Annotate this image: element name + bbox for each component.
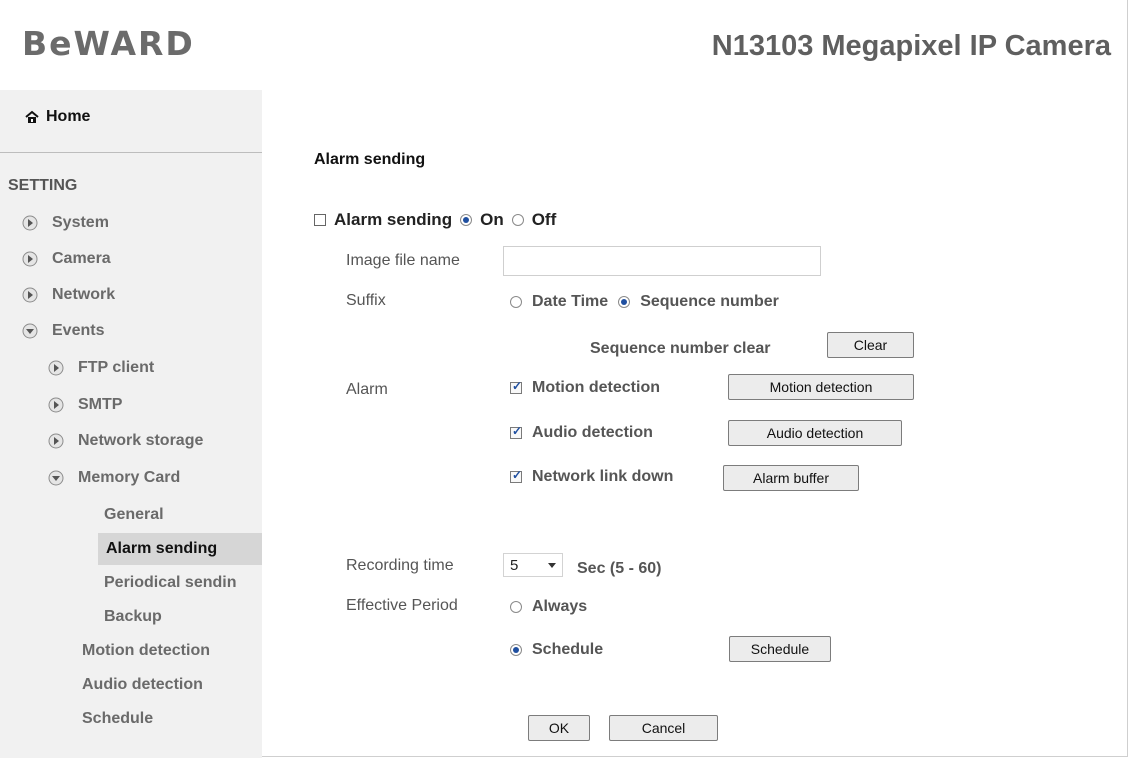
sidebar-item-label: Network storage: [78, 432, 204, 449]
suffix-label: Suffix: [346, 292, 386, 309]
play-down-icon: [48, 470, 64, 486]
network-link-down-checkbox[interactable]: [510, 468, 522, 483]
always-radio[interactable]: [510, 601, 522, 613]
beward-logo: BeWARD: [22, 24, 195, 63]
home-icon: [25, 110, 39, 123]
schedule-option-row: Schedule: [510, 641, 603, 659]
alarm-sending-label: Alarm sending: [334, 210, 453, 229]
sidebar-item-label: Network: [52, 286, 116, 303]
always-option-row: Always: [510, 598, 587, 616]
setting-heading: SETTING: [8, 177, 78, 194]
ok-button[interactable]: OK: [528, 715, 590, 741]
clear-button[interactable]: Clear: [827, 332, 914, 358]
suffix-options: Date Time Sequence number: [510, 293, 779, 311]
alarm-label: Alarm: [346, 381, 388, 398]
off-radio[interactable]: [511, 214, 524, 226]
sidebar-item-label: Events: [52, 322, 105, 339]
on-label: On: [480, 210, 504, 229]
sidebar-divider: [0, 152, 262, 153]
sidebar-item-memory-card[interactable]: Memory Card: [48, 469, 180, 487]
sidebar-item-label: System: [52, 214, 109, 231]
square-bullet-icon: [314, 214, 326, 226]
motion-detection-check-row: Motion detection: [510, 379, 660, 397]
sidebar-item-smtp[interactable]: SMTP: [48, 396, 122, 414]
sidebar-item-backup[interactable]: Backup: [104, 608, 162, 626]
always-label: Always: [532, 598, 588, 615]
sidebar-item-schedule[interactable]: Schedule: [82, 710, 153, 728]
recording-time-label: Recording time: [346, 557, 454, 574]
sidebar-item-alarm-sending[interactable]: Alarm sending: [98, 533, 262, 565]
play-down-icon: [22, 323, 38, 339]
on-radio[interactable]: [460, 214, 473, 226]
sidebar-item-events[interactable]: Events: [22, 322, 104, 340]
sequence-number-clear-label: Sequence number clear: [590, 340, 771, 357]
sidebar-item-label: Memory Card: [78, 469, 181, 486]
alarm-sending-toggle-row: Alarm sending On Off: [314, 210, 556, 230]
schedule-label: Schedule: [532, 641, 604, 658]
play-right-icon: [48, 397, 64, 413]
schedule-radio[interactable]: [510, 644, 522, 656]
product-title: N13103 Megapixel IP Camera: [711, 30, 1111, 62]
off-label: Off: [531, 210, 557, 229]
audio-detection-checkbox[interactable]: [510, 424, 522, 439]
audio-detection-button[interactable]: Audio detection: [728, 420, 902, 446]
motion-detection-checkbox[interactable]: [510, 379, 522, 394]
sidebar-item-camera[interactable]: Camera: [22, 250, 111, 268]
audio-detection-check-row: Audio detection: [510, 424, 653, 442]
sidebar-item-network[interactable]: Network: [22, 286, 115, 304]
date-time-label: Date Time: [532, 293, 609, 310]
home-link[interactable]: Home: [24, 108, 90, 126]
sidebar-item-label: Camera: [52, 250, 111, 267]
sidebar-item-label: SMTP: [78, 396, 123, 413]
recording-time-value: 5: [510, 556, 519, 574]
sequence-number-radio[interactable]: [618, 296, 631, 308]
sequence-number-label: Sequence number: [640, 293, 779, 310]
date-time-radio[interactable]: [510, 296, 522, 308]
sidebar-item-ftp-client[interactable]: FTP client: [48, 359, 154, 377]
play-right-icon: [22, 215, 38, 231]
play-right-icon: [22, 251, 38, 267]
alarm-buffer-button[interactable]: Alarm buffer: [723, 465, 859, 491]
image-file-name-label: Image file name: [346, 252, 460, 269]
schedule-button[interactable]: Schedule: [729, 636, 831, 662]
play-right-icon: [48, 433, 64, 449]
motion-detection-check-label: Motion detection: [532, 379, 660, 396]
sidebar-item-motion-detection[interactable]: Motion detection: [82, 642, 210, 660]
recording-time-select[interactable]: 5: [503, 553, 563, 577]
sidebar-item-network-storage[interactable]: Network storage: [48, 432, 203, 450]
motion-detection-button[interactable]: Motion detection: [728, 374, 914, 400]
sidebar-item-system[interactable]: System: [22, 214, 109, 232]
sidebar-item-label: FTP client: [78, 359, 155, 376]
audio-detection-check-label: Audio detection: [532, 424, 653, 441]
recording-range-label: Sec (5 - 60): [577, 560, 662, 577]
network-link-down-label: Network link down: [532, 468, 674, 485]
home-label: Home: [46, 108, 91, 125]
chevron-down-icon: [548, 562, 556, 568]
header: BeWARD N13103 Megapixel IP Camera: [0, 0, 1129, 90]
play-right-icon: [22, 287, 38, 303]
cancel-button[interactable]: Cancel: [609, 715, 718, 741]
sidebar-item-audio-detection[interactable]: Audio detection: [82, 676, 203, 694]
main-content: [262, 90, 1128, 758]
image-file-name-input[interactable]: [503, 246, 821, 276]
section-title: Alarm sending: [314, 151, 426, 168]
sidebar-item-general[interactable]: General: [104, 506, 164, 524]
network-link-down-check-row: Network link down: [510, 468, 673, 486]
effective-period-label: Effective Period: [346, 597, 458, 614]
play-right-icon: [48, 360, 64, 376]
sidebar-item-periodical-sending[interactable]: Periodical sendin: [104, 574, 236, 592]
